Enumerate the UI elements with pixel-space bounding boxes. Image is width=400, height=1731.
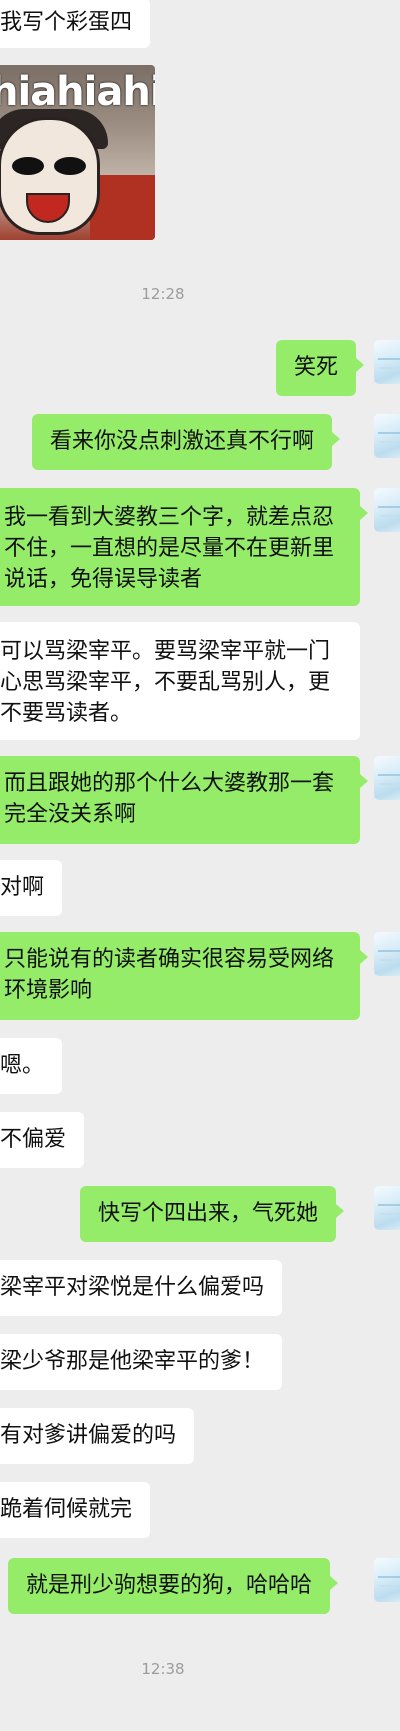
user-avatar[interactable]: [374, 1558, 400, 1602]
message-bubble-outgoing[interactable]: 我一看到大婆教三个字，就差点忍不住，一直想的是尽量不在更新里说话，免得误导读者: [0, 488, 368, 606]
user-avatar[interactable]: [374, 932, 400, 976]
timestamp: 12:38: [141, 1660, 185, 1678]
sunglasses-icon: [8, 157, 90, 177]
message-bubble-outgoing[interactable]: 只能说有的读者确实很容易受网络环境影响: [0, 932, 368, 1020]
user-avatar[interactable]: [374, 414, 400, 458]
message-bubble-incoming[interactable]: 嗯。: [0, 1038, 63, 1094]
message-bubble-outgoing[interactable]: 看来你没点刺激还真不行啊: [32, 414, 341, 470]
user-avatar[interactable]: [374, 488, 400, 532]
message-bubble-incoming[interactable]: 梁宰平对梁悦是什么偏爱吗: [0, 1260, 283, 1316]
message-bubble-incoming[interactable]: 梁少爷那是他梁宰平的爹！: [0, 1334, 283, 1390]
message-bubble-incoming[interactable]: 有对爹讲偏爱的吗: [0, 1408, 195, 1464]
message-bubble-incoming[interactable]: 我写个彩蛋四: [0, 0, 151, 48]
message-bubble-outgoing[interactable]: 而且跟她的那个什么大婆教那一套完全没关系啊: [0, 756, 368, 844]
message-bubble-outgoing[interactable]: 快写个四出来，气死她: [80, 1186, 345, 1242]
user-avatar[interactable]: [374, 756, 400, 800]
timestamp: 12:28: [141, 285, 185, 303]
chat-area: 我写个彩蛋四 hiahiahia 12:28 笑死 看来你没点刺激还真不行啊 我…: [0, 0, 400, 1731]
user-avatar[interactable]: [374, 340, 400, 384]
message-bubble-outgoing[interactable]: 笑死: [276, 340, 365, 396]
message-bubble-incoming[interactable]: 可以骂梁宰平。要骂梁宰平就一门心思骂梁宰平，不要乱骂别人，更不要骂读者。: [0, 622, 360, 740]
user-avatar[interactable]: [374, 1186, 400, 1230]
message-bubble-incoming[interactable]: 跪着伺候就完: [0, 1482, 151, 1538]
message-bubble-incoming[interactable]: 不偏爱: [0, 1112, 85, 1168]
message-bubble-outgoing[interactable]: 就是刑少驹想要的狗，哈哈哈: [8, 1558, 339, 1614]
sticker-image[interactable]: hiahiahia: [0, 65, 155, 240]
message-bubble-incoming[interactable]: 对啊: [0, 860, 63, 916]
sticker-caption: hiahiahia: [0, 69, 155, 115]
